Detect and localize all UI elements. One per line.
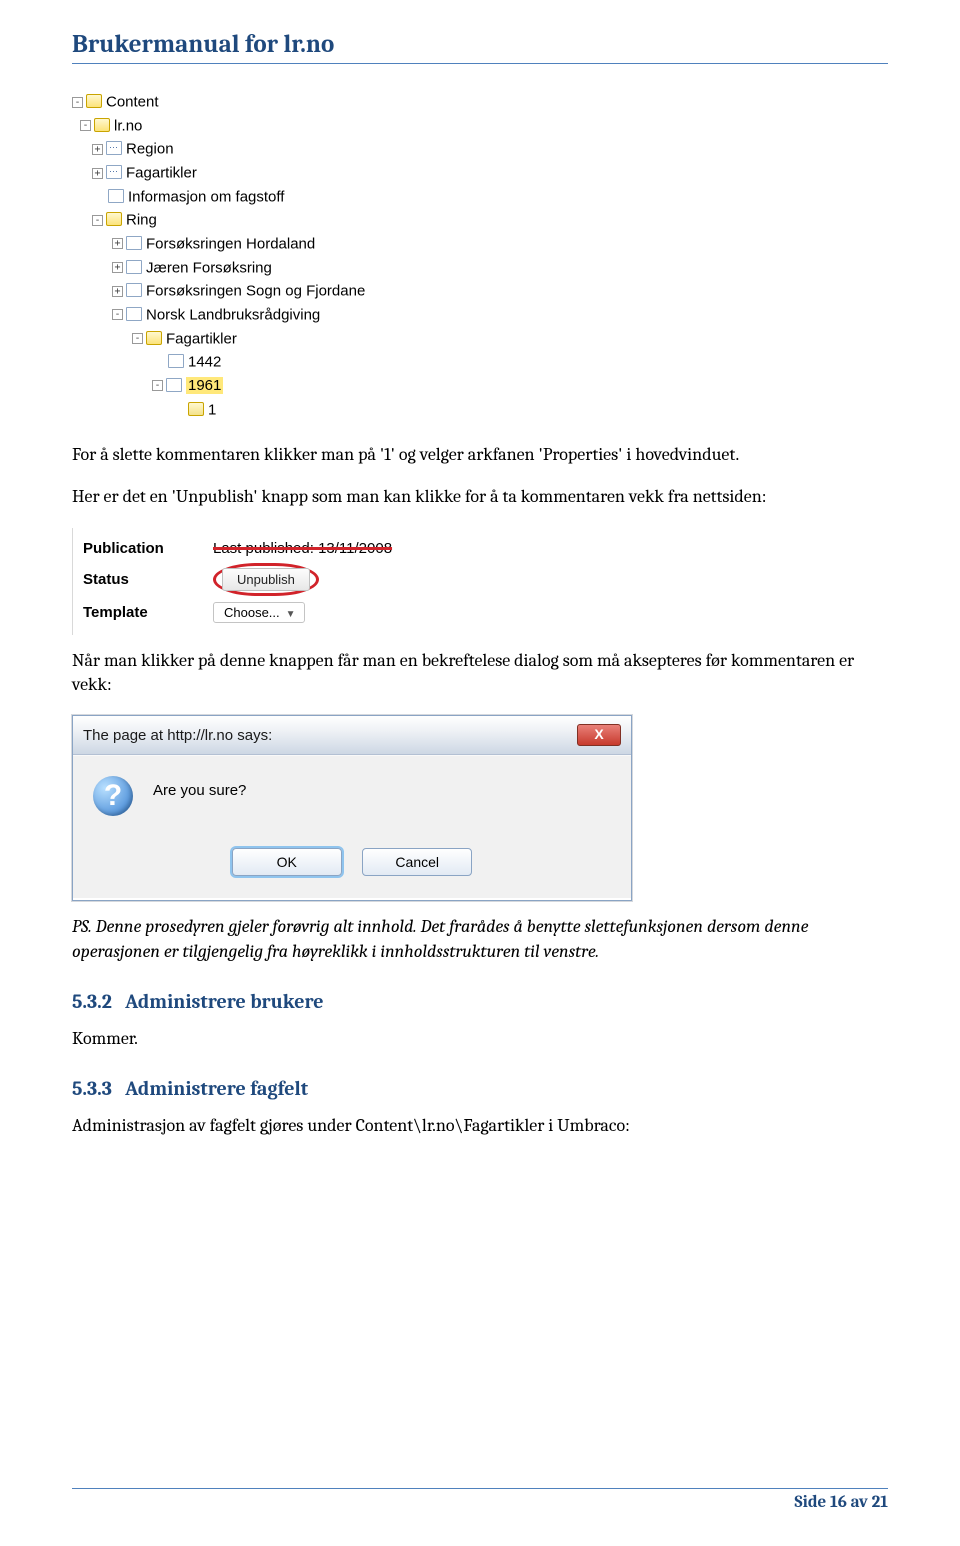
document-icon [106,165,122,179]
tree-node-jaeren[interactable]: Jæren Forsøksring [146,259,272,276]
dialog-message: Are you sure? [153,776,246,799]
expander-lr[interactable]: - [80,120,91,131]
expander-nlr-fagartikler[interactable]: - [132,333,143,344]
folder-icon [146,331,162,345]
tree-node-fagartikler[interactable]: Fagartikler [126,164,197,181]
tree-node-hordaland[interactable]: Forsøksringen Hordaland [146,235,315,252]
question-icon: ? [93,776,133,816]
chevron-down-icon: ▼ [286,609,296,620]
folder-icon [106,212,122,226]
folder-icon [86,94,102,108]
tree-node-1442[interactable]: 1442 [188,354,221,371]
confirm-dialog: The page at http://lr.no says: X ? Are y… [72,715,632,901]
last-published-text: Last published: 13/11/2008 [213,540,392,557]
tree-node-info[interactable]: Informasjon om fagstoff [128,188,284,205]
document-icon [166,378,182,392]
tree-node-1[interactable]: 1 [208,401,216,418]
folder-icon [188,402,204,416]
section-532-body: Kommer. [72,1027,888,1051]
section-533-heading: 5.3.3 Administrere fagfelt [72,1077,888,1100]
tree-node-content[interactable]: Content [106,93,159,110]
ok-button[interactable]: OK [232,848,342,876]
section-532-title: Administrere brukere [125,990,323,1013]
section-533-title: Administrere fagfelt [125,1077,308,1100]
close-button[interactable]: X [577,724,621,746]
paragraph-ps-note: PS. Denne prosedyren gjeler forøvrig alt… [72,915,888,964]
properties-panel: Publication Last published: 13/11/2008 S… [72,528,592,635]
publication-label: Publication [83,540,213,557]
section-533-number: 5.3.3 [72,1077,112,1100]
page-footer: Side 16 av 21 [72,1488,888,1512]
paragraph-delete-instruction: For å slette kommentaren klikker man på … [72,443,888,467]
tree-node-sogn[interactable]: Forsøksringen Sogn og Fjordane [146,283,365,300]
expander-content[interactable]: - [72,97,83,108]
expander-fagartikler[interactable]: + [92,168,103,179]
expander-nlr[interactable]: - [112,309,123,320]
paragraph-confirm-dialog: Når man klikker på denne knappen får man… [72,649,888,698]
tree-node-nlr[interactable]: Norsk Landbruksrådgiving [146,306,320,323]
document-icon [126,283,142,297]
unpublish-button[interactable]: Unpublish [222,568,310,591]
folder-icon [94,118,110,132]
tree-node-ring[interactable]: Ring [126,212,157,229]
tree-node-lr[interactable]: lr.no [114,117,142,134]
template-label: Template [83,604,213,621]
tree-node-region[interactable]: Region [126,141,174,158]
document-icon [126,307,142,321]
expander-ring[interactable]: - [92,215,103,226]
document-icon [168,354,184,368]
expander-region[interactable]: + [92,144,103,155]
document-icon [126,236,142,250]
expander-hordaland[interactable]: + [112,238,123,249]
expander-1961[interactable]: - [152,380,163,391]
section-532-heading: 5.3.2 Administrere brukere [72,990,888,1013]
expander-jaeren[interactable]: + [112,262,123,273]
section-533-body: Administrasjon av fagfelt gjøres under C… [72,1114,888,1138]
document-icon [106,141,122,155]
document-icon [108,189,124,203]
template-select[interactable]: Choose... ▼ [213,602,305,623]
page-header: Brukermanual for lr.no [72,30,888,64]
document-icon [126,260,142,274]
cancel-button[interactable]: Cancel [362,848,472,876]
tree-node-1961[interactable]: 1961 [186,377,223,394]
content-tree: - Content - lr.no + Region + Fagartikler Inf… [72,90,888,421]
tree-node-nlr-fagartikler[interactable]: Fagartikler [166,330,237,347]
section-532-number: 5.3.2 [72,990,112,1013]
paragraph-unpublish-instruction: Her er det en 'Unpublish' knapp som man … [72,485,888,509]
template-select-value: Choose... [224,605,280,620]
expander-sogn[interactable]: + [112,286,123,297]
dialog-title-text: The page at http://lr.no says: [83,727,272,744]
status-label: Status [83,571,213,588]
